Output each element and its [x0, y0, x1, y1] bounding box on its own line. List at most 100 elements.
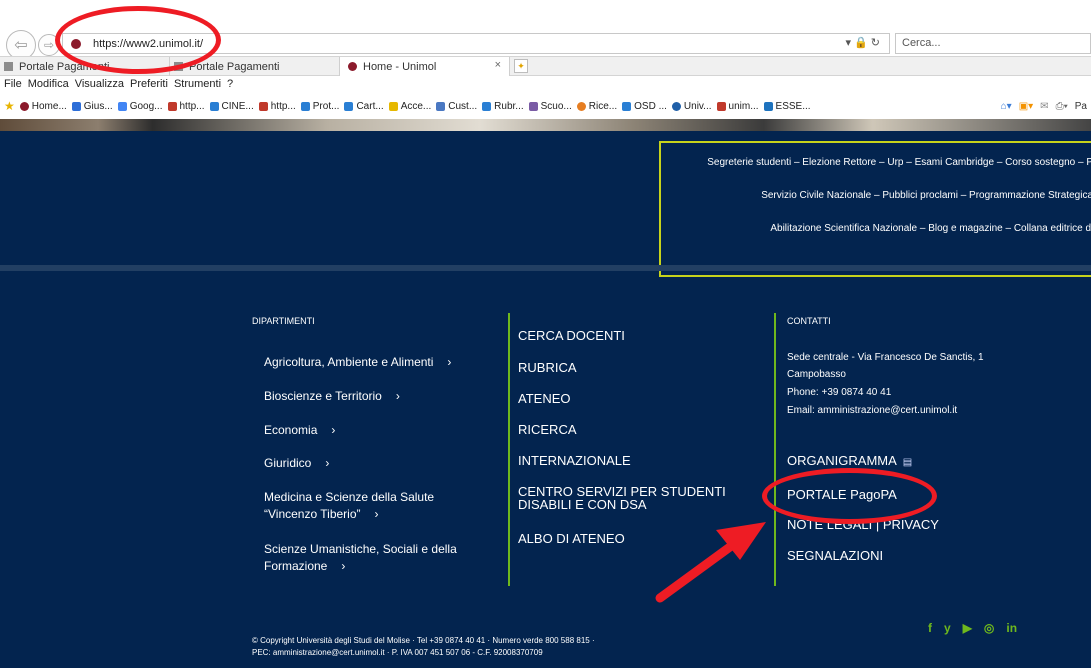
quicklinks-line[interactable]: Segreterie studenti – Elezione Rettore –… [661, 157, 1091, 168]
dept-economia[interactable]: Economia › [264, 422, 504, 439]
menu-help[interactable]: ? [227, 77, 233, 92]
new-tab-icon[interactable]: ✦ [514, 59, 528, 73]
chevron-right-icon: › [395, 389, 400, 403]
contatti-heading: CONTATTI [787, 316, 831, 326]
favorite-item[interactable]: Acce... [388, 101, 431, 112]
favorite-item[interactable]: ESSE... [763, 101, 811, 112]
link-centro-servizi[interactable]: CENTRO SERVIZI PER STUDENTI DISABILI E CO… [518, 485, 758, 511]
ie-icon [344, 101, 354, 111]
url-highlight-circle [55, 6, 221, 74]
copyright-line-2: PEC: amministrazione@cert.unimol.it · P.… [252, 648, 543, 657]
command-bar: ⌂▾ ▣▾ ✉ ⎙▾ Pa [1001, 94, 1091, 118]
rss-icon[interactable]: ▣▾ [1019, 101, 1033, 112]
dipartimenti-heading: DIPARTIMENTI [252, 316, 315, 326]
menu-visualizza[interactable]: Visualizza [75, 77, 124, 92]
menu-bar: File Modifica Visualizza Preferiti Strum… [0, 77, 1091, 92]
print-icon[interactable]: ⎙▾ [1056, 101, 1068, 112]
contact-email[interactable]: Email: amministrazione@cert.unimol.it [787, 405, 957, 416]
page-menu-label[interactable]: Pa [1075, 101, 1087, 112]
document-icon: ▤ [902, 457, 913, 468]
favorites-bar: ★ Home... Gius... Goog... http... CINE..… [0, 94, 1091, 118]
favorite-item[interactable]: http... [258, 101, 296, 112]
favorite-item[interactable]: Cart... [344, 101, 384, 112]
ie-icon [622, 101, 632, 111]
site-icon [71, 101, 81, 111]
menu-preferiti[interactable]: Preferiti [130, 77, 168, 92]
tab-label: Home - Unimol [363, 60, 437, 73]
pagopa-highlight-circle [762, 468, 937, 524]
hero-image [0, 119, 1091, 131]
copyright-line-1: © Copyright Università degli Studi del M… [252, 636, 595, 645]
column-divider [508, 313, 510, 586]
contact-city: Campobasso [787, 369, 846, 380]
search-input[interactable]: Cerca... [895, 33, 1091, 54]
dept-agricoltura[interactable]: Agricoltura, Ambiente e Alimenti › [264, 354, 504, 371]
contact-phone: Phone: +39 0874 40 41 [787, 387, 892, 398]
social-links: f y ▶ ◎ in [928, 621, 1017, 635]
favorite-item[interactable]: Home... [19, 101, 67, 112]
mail-icon[interactable]: ✉ [1040, 101, 1048, 112]
favorite-item[interactable]: Prot... [300, 101, 339, 112]
favorite-item[interactable]: http... [167, 101, 205, 112]
link-organigramma[interactable]: ORGANIGRAMMA ▤ [787, 453, 912, 468]
ie-icon [209, 101, 219, 111]
search-icon [576, 101, 586, 111]
dept-giuridico[interactable]: Giuridico › [264, 455, 504, 472]
globe-icon [671, 101, 681, 111]
favorite-item[interactable]: Cust... [436, 101, 477, 112]
favorite-item[interactable]: Univ... [671, 101, 712, 112]
linkedin-icon[interactable]: in [1006, 621, 1017, 635]
ie-icon [482, 101, 492, 111]
school-icon [528, 101, 538, 111]
quicklinks-line[interactable]: Servizio Civile Nazionale – Pubblici pro… [661, 190, 1091, 201]
tab-favicon-icon [4, 62, 13, 71]
menu-file[interactable]: File [4, 77, 22, 92]
favorite-item[interactable]: Rice... [576, 101, 617, 112]
youtube-icon[interactable]: ▶ [963, 621, 972, 635]
chevron-right-icon: › [374, 507, 379, 521]
menu-modifica[interactable]: Modifica [28, 77, 69, 92]
favorite-item[interactable]: unim... [716, 101, 759, 112]
menu-strumenti[interactable]: Strumenti [174, 77, 221, 92]
link-rubrica[interactable]: RUBRICA [518, 361, 758, 374]
favorite-item[interactable]: Scuo... [528, 101, 572, 112]
x-icon [763, 101, 773, 111]
address-bar-icons: ▾🔒↻ [846, 36, 883, 49]
google-icon [117, 101, 127, 111]
link-albo-ateneo[interactable]: ALBO DI ATENEO [518, 532, 758, 545]
close-tab-icon[interactable]: × [495, 59, 501, 71]
ie-icon [300, 101, 310, 111]
home-icon[interactable]: ⌂▾ [1001, 101, 1012, 112]
favorites-star-icon[interactable]: ★ [4, 99, 15, 113]
dept-bioscienze[interactable]: Bioscienze e Territorio › [264, 388, 504, 405]
tab-favicon-icon [348, 62, 357, 71]
dropdown-icon[interactable]: ▾ [846, 37, 855, 49]
facebook-icon[interactable]: f [928, 621, 932, 635]
star-icon [388, 101, 398, 111]
link-ateneo[interactable]: ATENEO [518, 392, 758, 405]
favorite-item[interactable]: CINE... [209, 101, 254, 112]
favorite-item[interactable]: OSD ... [622, 101, 667, 112]
dept-scienze-umanistiche[interactable]: Scienze Umanistiche, Sociali e della Form… [264, 541, 504, 575]
page-icon [167, 101, 177, 111]
favorite-item[interactable]: Goog... [117, 101, 163, 112]
tab-home-unimol[interactable]: Home - Unimol × [340, 57, 510, 76]
twitter-icon[interactable]: y [944, 621, 951, 635]
lock-icon[interactable]: 🔒 [854, 37, 871, 49]
favorite-item[interactable]: Gius... [71, 101, 113, 112]
link-cerca-docenti[interactable]: CERCA DOCENTI [518, 329, 758, 342]
refresh-icon[interactable]: ↻ [871, 37, 883, 49]
quicklinks-line[interactable]: Abilitazione Scientifica Nazionale – Blo… [661, 223, 1091, 234]
contact-address: Sede centrale - Via Francesco De Sanctis… [787, 352, 984, 363]
dept-medicina[interactable]: Medicina e Scienze della Salute “Vincenzo… [264, 489, 504, 523]
quicklinks-box: Segreterie studenti – Elezione Rettore –… [659, 141, 1091, 277]
link-segnalazioni[interactable]: SEGNALAZIONI [787, 548, 883, 563]
chevron-right-icon: › [331, 423, 336, 437]
chevron-right-icon: › [341, 559, 346, 573]
instagram-icon[interactable]: ◎ [984, 621, 994, 635]
link-ricerca[interactable]: RICERCA [518, 423, 758, 436]
link-internazionale[interactable]: INTERNAZIONALE [518, 454, 758, 467]
favorite-item[interactable]: Rubr... [482, 101, 524, 112]
section-divider [0, 265, 1091, 271]
chevron-right-icon: › [447, 355, 452, 369]
